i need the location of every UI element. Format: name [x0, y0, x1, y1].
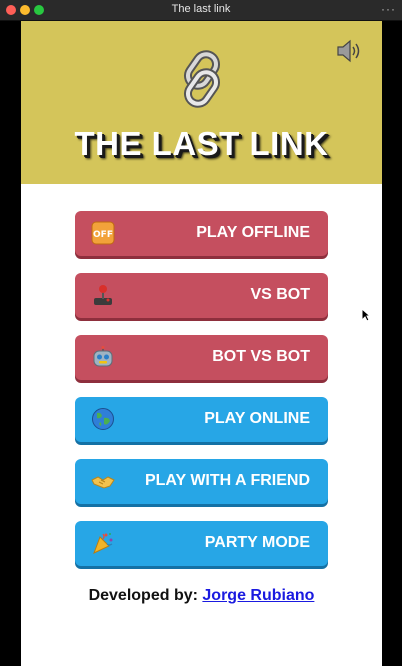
handshake-icon [90, 468, 116, 494]
play-offline-label: PLAY OFFLINE [196, 224, 310, 241]
footer-credit: Developed by: Jorge Rubiano [21, 587, 382, 605]
header-banner: THE LAST LINK [21, 21, 382, 184]
window-title: The last link [171, 3, 231, 15]
speaker-icon[interactable] [336, 39, 362, 63]
game-title: THE LAST LINK [74, 125, 329, 162]
party-mode-button[interactable]: PARTY MODE [75, 521, 328, 566]
author-link[interactable]: Jorge Rubiano [202, 587, 314, 604]
party-popper-icon [90, 530, 116, 556]
globe-icon [90, 406, 116, 432]
more-icon[interactable]: ··· [381, 2, 396, 16]
window-titlebar: The last link ··· [0, 0, 402, 21]
party-mode-label: PARTY MODE [204, 534, 310, 551]
joystick-icon [90, 282, 116, 308]
mouse-cursor-icon [361, 308, 371, 322]
main-menu: OFF PLAY OFFLINE VS BOT BOT VS BOT PLAY … [75, 211, 328, 583]
play-offline-button[interactable]: OFF PLAY OFFLINE [75, 211, 328, 256]
play-with-friend-button[interactable]: PLAY WITH A FRIEND [75, 459, 328, 504]
vs-bot-label: VS BOT [250, 286, 310, 303]
play-online-button[interactable]: PLAY ONLINE [75, 397, 328, 442]
play-online-label: PLAY ONLINE [204, 410, 310, 427]
bot-vs-bot-button[interactable]: BOT VS BOT [75, 335, 328, 380]
bot-vs-bot-label: BOT VS BOT [212, 348, 310, 365]
play-with-friend-label: PLAY WITH A FRIEND [144, 472, 310, 489]
robot-icon [90, 344, 116, 370]
chain-link-icon [183, 50, 221, 108]
app-viewport: THE LAST LINK OFF PLAY OFFLINE VS BOT BO… [21, 21, 382, 666]
offline-icon: OFF [90, 220, 116, 246]
svg-text:OFF: OFF [93, 230, 113, 240]
footer-prefix: Developed by: [88, 587, 198, 604]
vs-bot-button[interactable]: VS BOT [75, 273, 328, 318]
